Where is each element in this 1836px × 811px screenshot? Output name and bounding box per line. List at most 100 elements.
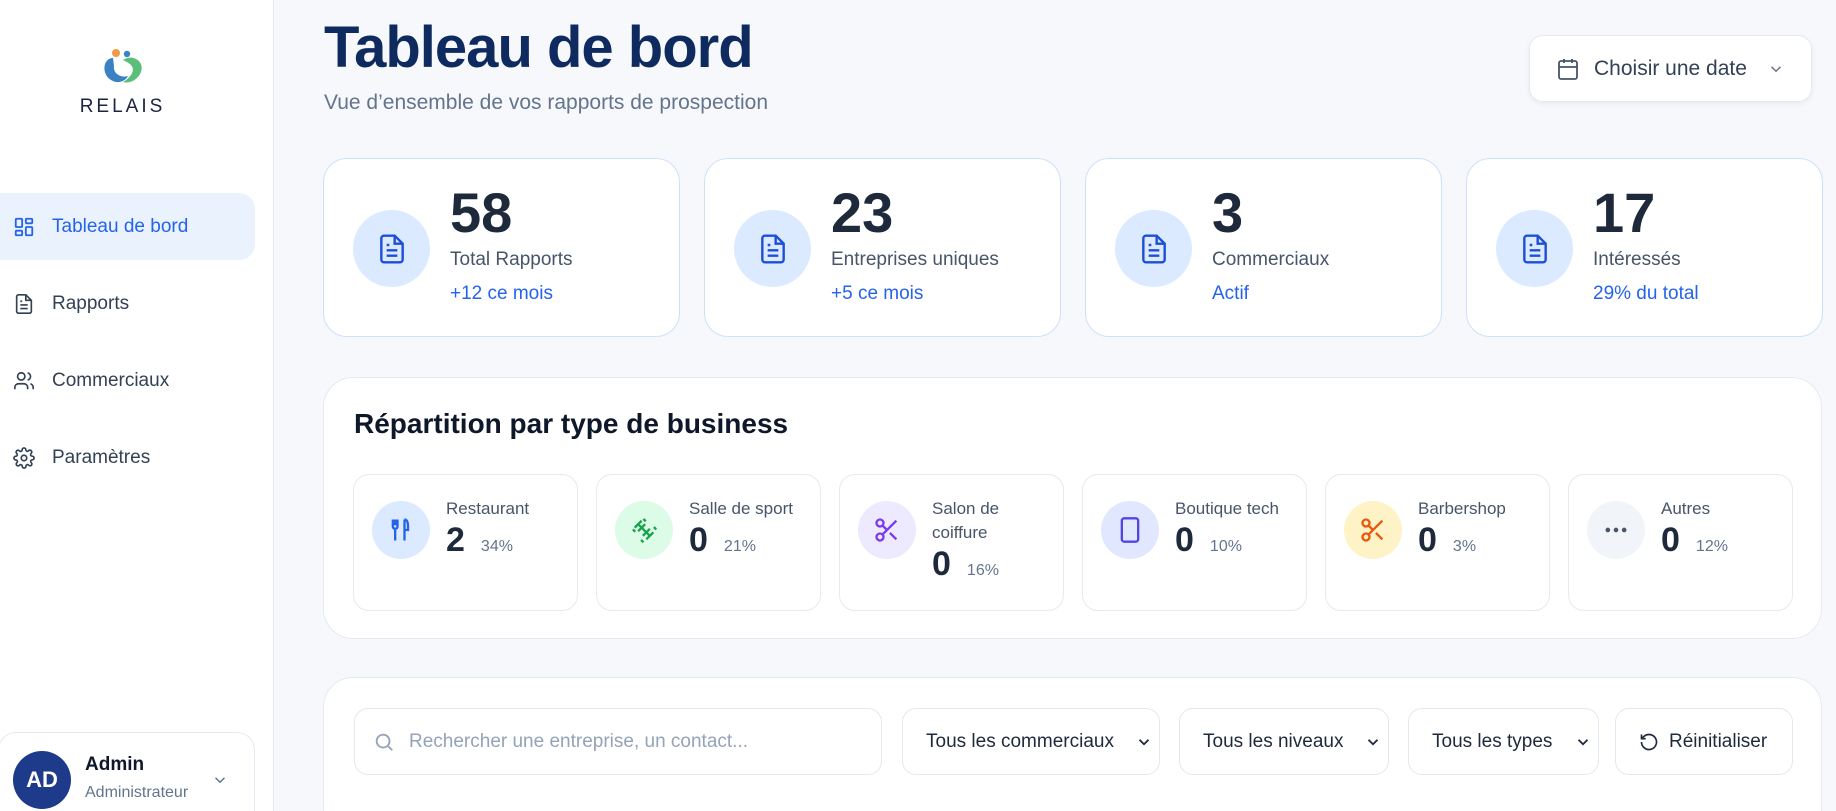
- search-box[interactable]: [354, 708, 882, 775]
- avatar: AD: [13, 751, 71, 809]
- business-card-restaurant[interactable]: Restaurant 2 34%: [353, 474, 578, 611]
- utensils-icon: [372, 501, 430, 559]
- document-icon: [734, 210, 811, 287]
- scissors-icon: [1344, 501, 1402, 559]
- page-subtitle: Vue d’ensemble de vos rapports de prospe…: [324, 91, 768, 114]
- stat-label: Intéressés: [1593, 249, 1681, 270]
- user-info: Admin Administrateur: [85, 751, 188, 802]
- document-icon: [1496, 210, 1573, 287]
- business-stats: 0 16%: [932, 545, 999, 584]
- brand-name: RELAIS: [79, 96, 166, 117]
- search-input[interactable]: [409, 730, 849, 753]
- search-icon: [373, 731, 395, 753]
- sidebar-item-label: Rapports: [52, 292, 130, 314]
- business-card-salon-de-coiffure[interactable]: Salon de coiffure 0 16%: [839, 474, 1064, 611]
- sidebar-item-label: Tableau de bord: [52, 215, 189, 237]
- more-icon: [1587, 501, 1645, 559]
- sidebar-item-label: Paramètres: [52, 446, 151, 468]
- stat-card-entreprises[interactable]: 23 Entreprises uniques +5 ce mois: [704, 158, 1061, 337]
- business-count: 0: [689, 521, 708, 559]
- document-icon: [12, 292, 36, 316]
- business-type-name: Barbershop: [1418, 499, 1506, 518]
- sidebar-item-dashboard[interactable]: Tableau de bord: [0, 193, 255, 260]
- scissors-icon: [858, 501, 916, 559]
- stat-value: 3: [1212, 181, 1244, 244]
- sidebar-item-label: Commerciaux: [52, 369, 170, 391]
- business-stats: 0 3%: [1418, 521, 1476, 560]
- business-stats: 2 34%: [446, 521, 513, 560]
- sidebar: RELAIS Tableau de bord Rapports Commerci…: [0, 0, 274, 811]
- reset-label: Réinitialiser: [1669, 730, 1768, 752]
- business-count: 0: [932, 545, 951, 583]
- business-count: 0: [1661, 521, 1680, 559]
- business-type-name: Boutique tech: [1175, 499, 1279, 518]
- chevron-down-icon: [1364, 733, 1382, 751]
- reset-button[interactable]: Réinitialiser: [1615, 708, 1793, 775]
- user-menu[interactable]: AD Admin Administrateur: [0, 732, 255, 811]
- dashboard-icon: [12, 215, 36, 239]
- sidebar-item-commerciaux[interactable]: Commerciaux: [0, 347, 255, 414]
- stat-trend: +5 ce mois: [831, 283, 924, 304]
- business-breakdown-panel: Répartition par type de business Restaur…: [323, 377, 1822, 639]
- chevron-down-icon: [1574, 733, 1592, 751]
- tablet-icon: [1101, 501, 1159, 559]
- business-stats: 0 21%: [689, 521, 756, 560]
- business-type-name: Salle de sport: [689, 499, 793, 518]
- business-percent: 34%: [480, 538, 513, 555]
- stat-card-commerciaux[interactable]: 3 Commerciaux Actif: [1085, 158, 1442, 337]
- date-picker-button[interactable]: Choisir une date: [1529, 35, 1812, 102]
- stat-card-interesses[interactable]: 17 Intéressés 29% du total: [1466, 158, 1823, 337]
- sidebar-item-parametres[interactable]: Paramètres: [0, 424, 255, 491]
- filters-panel: Tous les commerciaux Tous les niveaux To…: [323, 677, 1822, 811]
- business-card-autres[interactable]: Autres 0 12%: [1568, 474, 1793, 611]
- business-count: 0: [1418, 521, 1437, 559]
- business-type-name: Autres: [1661, 499, 1711, 518]
- stat-label: Entreprises uniques: [831, 249, 999, 270]
- business-card-barbershop[interactable]: Barbershop 0 3%: [1325, 474, 1550, 611]
- chevron-down-icon: [211, 771, 229, 794]
- stat-value: 17: [1593, 181, 1656, 244]
- business-count: 2: [446, 521, 465, 559]
- section-title: Répartition par type de business: [354, 408, 789, 439]
- stat-trend: +12 ce mois: [450, 283, 553, 304]
- calendar-icon: [1556, 57, 1580, 81]
- relais-logo-icon: [103, 49, 142, 83]
- page-title: Tableau de bord: [324, 15, 754, 80]
- sidebar-nav: Tableau de bord Rapports Commerciaux Par…: [0, 193, 255, 501]
- business-count: 0: [1175, 521, 1194, 559]
- chevron-down-icon: [1767, 60, 1785, 78]
- document-icon: [1115, 210, 1192, 287]
- business-stats: 0 12%: [1661, 521, 1728, 560]
- select-value: Tous les types: [1432, 730, 1553, 752]
- stat-value: 23: [831, 181, 894, 244]
- stat-card-total-rapports[interactable]: 58 Total Rapports +12 ce mois: [323, 158, 680, 337]
- business-percent: 16%: [966, 562, 999, 579]
- types-select[interactable]: Tous les types: [1408, 708, 1599, 775]
- stat-trend: 29% du total: [1593, 283, 1699, 304]
- business-card-salle-de-sport[interactable]: Salle de sport 0 21%: [596, 474, 821, 611]
- chevron-down-icon: [1135, 733, 1153, 751]
- stat-label: Total Rapports: [450, 249, 573, 270]
- users-icon: [12, 369, 36, 393]
- brand-logo[interactable]: RELAIS: [0, 48, 245, 118]
- niveaux-select[interactable]: Tous les niveaux: [1179, 708, 1389, 775]
- stat-value: 58: [450, 181, 513, 244]
- business-percent: 10%: [1209, 538, 1242, 555]
- stat-trend: Actif: [1212, 283, 1249, 304]
- commerciaux-select[interactable]: Tous les commerciaux: [902, 708, 1160, 775]
- business-card-boutique-tech[interactable]: Boutique tech 0 10%: [1082, 474, 1307, 611]
- business-type-name: Salon de coiffure: [932, 499, 1000, 542]
- sidebar-item-rapports[interactable]: Rapports: [0, 270, 255, 337]
- user-name: Admin: [85, 754, 145, 775]
- gear-icon: [12, 446, 36, 470]
- dumbbell-icon: [615, 501, 673, 559]
- stat-label: Commerciaux: [1212, 249, 1330, 270]
- document-icon: [353, 210, 430, 287]
- select-value: Tous les commerciaux: [926, 730, 1114, 752]
- date-picker-label: Choisir une date: [1594, 56, 1747, 80]
- user-role: Administrateur: [85, 784, 189, 801]
- business-percent: 12%: [1695, 538, 1728, 555]
- business-percent: 21%: [723, 538, 756, 555]
- reset-icon: [1639, 732, 1659, 752]
- select-value: Tous les niveaux: [1203, 730, 1344, 752]
